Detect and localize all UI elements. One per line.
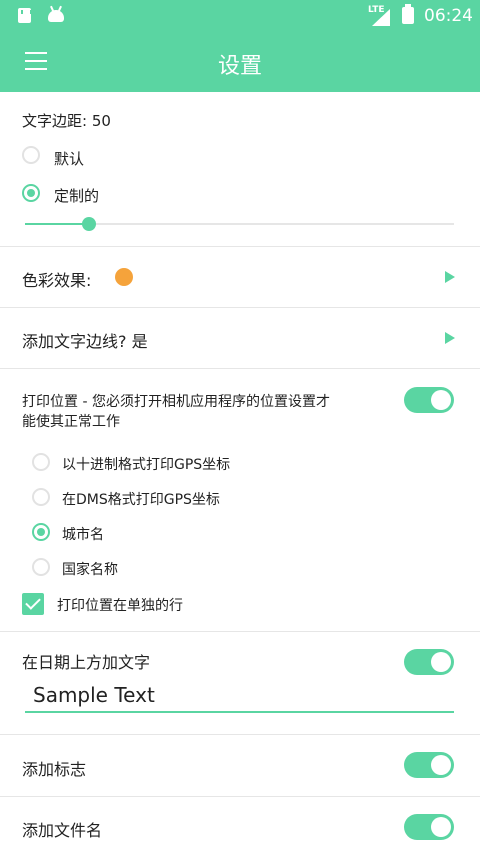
text-above-date-toggle[interactable] <box>404 649 454 675</box>
print-location-section: 打印位置 - 您必须打开相机应用程序的位置设置才 能使其正常工作 以十进制格式打… <box>0 369 480 632</box>
add-filename-row: 添加文件名 <box>0 797 480 858</box>
color-effect-label: 色彩效果: <box>22 271 92 290</box>
chevron-right-icon[interactable] <box>445 332 455 344</box>
signal-icon <box>372 9 390 26</box>
radio-country-name-label[interactable]: 国家名称 <box>62 559 118 579</box>
radio-gps-dms[interactable] <box>32 488 50 506</box>
battery-icon <box>402 4 414 24</box>
slider-fill <box>25 223 90 225</box>
text-above-date-label: 在日期上方加文字 <box>22 653 151 672</box>
chevron-right-icon[interactable] <box>445 271 455 283</box>
add-filename-label: 添加文件名 <box>22 821 103 840</box>
add-filename-toggle[interactable] <box>404 814 454 840</box>
radio-gps-decimal[interactable] <box>32 453 50 471</box>
radio-gps-decimal-label[interactable]: 以十进制格式打印GPS坐标 <box>62 454 230 474</box>
slider-thumb[interactable] <box>82 217 97 231</box>
app-bar: 设置 <box>0 32 480 92</box>
radio-gps-dms-label[interactable]: 在DMS格式打印GPS坐标 <box>62 489 220 509</box>
radio-custom[interactable] <box>22 184 40 202</box>
text-above-date-input[interactable] <box>33 681 453 709</box>
radio-default[interactable] <box>22 146 40 164</box>
add-logo-row: 添加标志 <box>0 735 480 797</box>
separate-line-label[interactable]: 打印位置在单独的行 <box>57 595 183 615</box>
status-bar: LTE 06:24 <box>0 0 480 32</box>
color-effect-row[interactable]: 色彩效果: <box>0 247 480 308</box>
radio-country-name[interactable] <box>32 558 50 576</box>
separate-line-checkbox[interactable] <box>22 593 44 615</box>
android-icon <box>48 10 64 22</box>
clock: 06:24 <box>424 6 473 26</box>
text-above-date-section: 在日期上方加文字 <box>0 632 480 735</box>
sd-card-icon <box>18 8 32 23</box>
radio-default-label[interactable]: 默认 <box>54 148 84 169</box>
text-border-row[interactable]: 添加文字边线? 是 <box>0 308 480 369</box>
radio-city-name-label[interactable]: 城市名 <box>62 524 104 544</box>
print-location-label-line1: 打印位置 - 您必须打开相机应用程序的位置设置才 <box>22 394 330 410</box>
radio-city-name[interactable] <box>32 523 50 541</box>
text-border-label: 添加文字边线? 是 <box>22 332 148 351</box>
settings-list: 文字边距: 50 默认 定制的 色彩效果: 添加文字边线? 是 打印位置 - 您… <box>0 92 480 858</box>
radio-custom-label[interactable]: 定制的 <box>54 185 99 206</box>
text-margin-section: 文字边距: 50 默认 定制的 <box>0 92 480 247</box>
text-margin-label: 文字边距: 50 <box>22 112 111 130</box>
print-location-toggle[interactable] <box>404 387 454 413</box>
color-swatch[interactable] <box>115 268 133 286</box>
input-underline <box>25 711 454 713</box>
print-location-label-line2: 能使其正常工作 <box>22 414 120 430</box>
add-logo-toggle[interactable] <box>404 752 454 778</box>
add-logo-label: 添加标志 <box>22 760 87 779</box>
page-title: 设置 <box>217 54 262 79</box>
